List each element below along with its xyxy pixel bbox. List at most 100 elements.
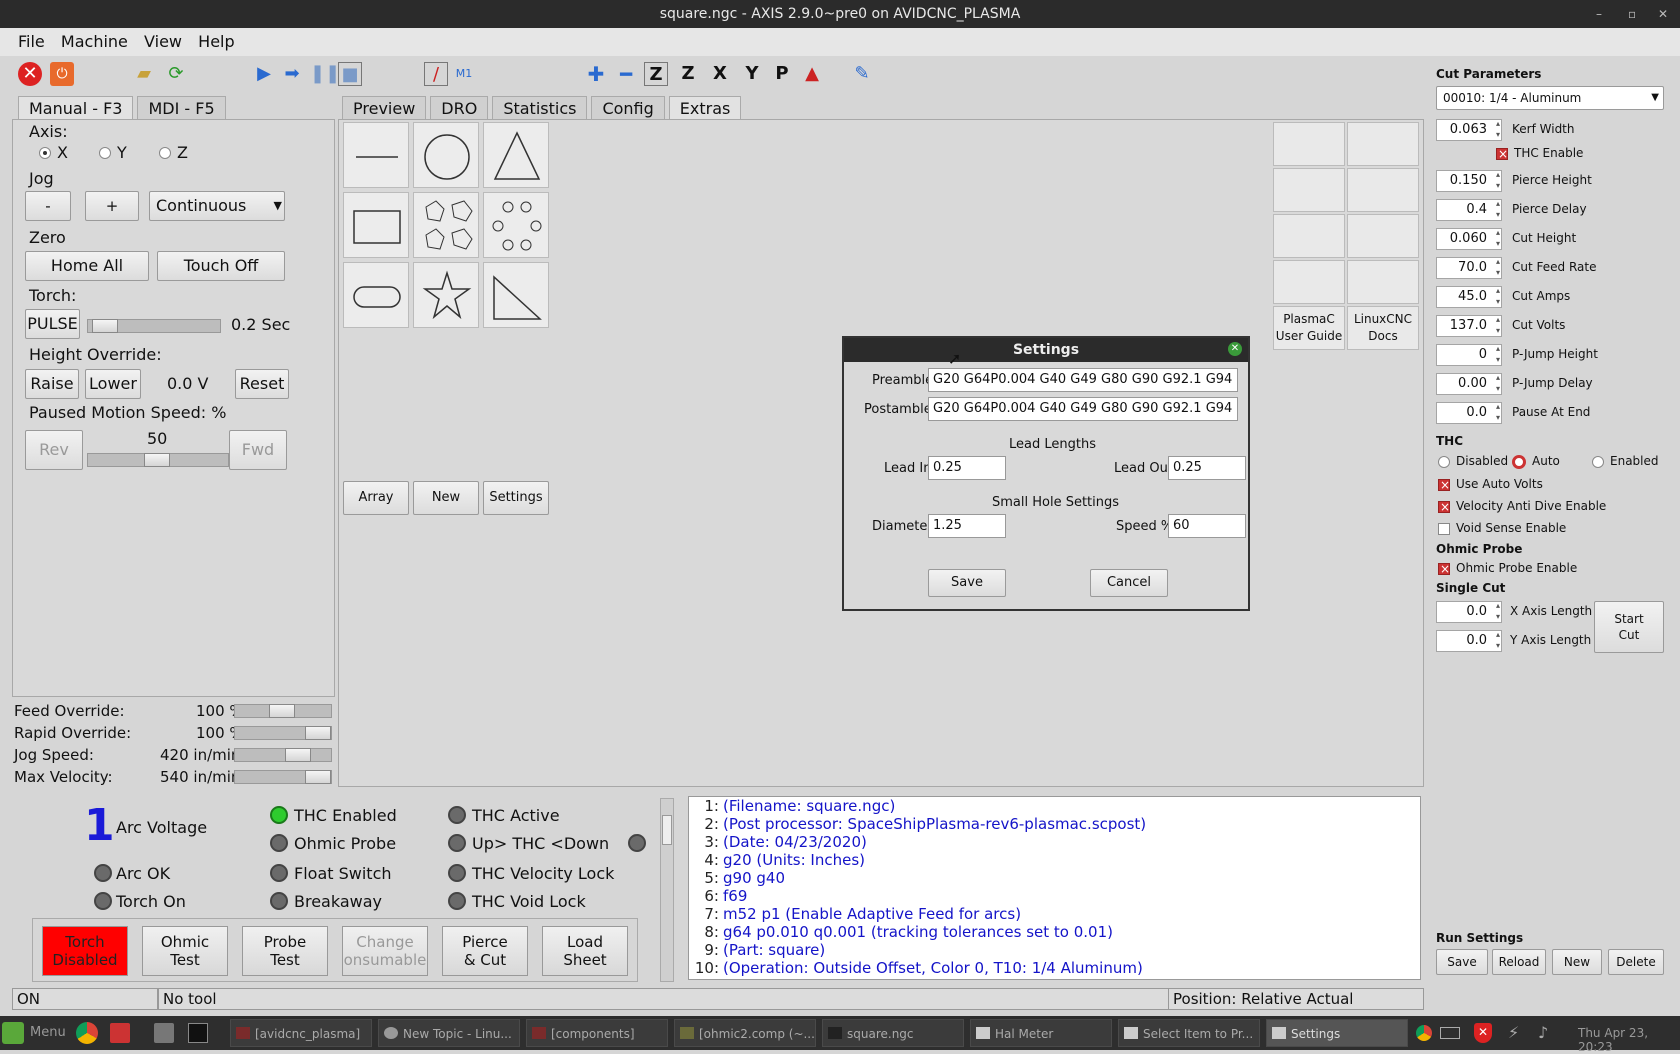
lead-out-input[interactable]: 0.25 [1168,456,1246,480]
cut-amps-input[interactable]: 45.0 [1436,285,1502,308]
slot-shape-button[interactable] [343,262,409,328]
line-shape-button[interactable] [343,122,409,188]
max-velocity-slider[interactable] [234,770,332,784]
cut-feed-rate-input[interactable]: 70.0 [1436,256,1502,279]
menu-machine[interactable]: Machine [55,28,134,56]
extras-button-7[interactable] [1273,260,1345,304]
menu-help[interactable]: Help [192,28,240,56]
open-file-icon[interactable]: ▰ [132,62,156,86]
pause-icon[interactable]: ❚❚ [310,62,340,86]
run-settings-save-button[interactable]: Save [1436,949,1488,975]
chrome-icon[interactable] [76,1022,98,1044]
jog-plus-button[interactable]: + [85,191,139,221]
paused-speed-slider[interactable] [87,453,229,467]
fwd-button[interactable]: Fwd [229,430,287,470]
ohmic-test-button[interactable]: Ohmic Test [142,926,228,976]
use-auto-volts-checkbox[interactable] [1438,479,1450,491]
pierce-height-input[interactable]: 0.150 [1436,169,1502,192]
reset-button[interactable]: Reset [235,369,289,399]
star-shape-button[interactable] [413,262,479,328]
x-axis-length-input[interactable]: 0.0 [1436,600,1502,623]
optional-stop-icon[interactable]: M1 [452,62,476,86]
pierce-cut-button[interactable]: Pierce & Cut [442,926,528,976]
zoom-out-icon[interactable]: ━ [614,62,638,86]
tab-manual[interactable]: Manual - F3 [18,96,134,120]
circle-shape-button[interactable] [413,122,479,188]
extras-button-1[interactable] [1273,122,1345,166]
tab-dro[interactable]: DRO [430,96,489,120]
taskbar-item[interactable]: square.ngc [822,1019,964,1047]
taskbar-item[interactable]: [ohmic2.comp (~... [674,1019,816,1047]
run-icon[interactable]: ▶ [252,62,276,86]
linuxcnc-docs-button[interactable]: LinuxCNC Docs [1347,306,1419,350]
shield-icon[interactable]: ✕ [1474,1023,1492,1043]
new-shape-button[interactable]: New [413,481,479,515]
feed-override-slider[interactable] [234,704,332,718]
thc-auto-radio[interactable] [1512,455,1526,469]
view-y-icon[interactable]: Y [740,62,764,86]
tab-statistics[interactable]: Statistics [492,96,588,120]
jog-mode-select[interactable]: Continuous ▼ [149,191,285,221]
torch-disabled-button[interactable]: Torch Disabled [42,926,128,976]
tab-extras[interactable]: Extras [668,96,742,120]
chrome-tray-icon[interactable] [1416,1025,1432,1041]
sector-shape-button[interactable] [483,262,549,328]
extras-button-5[interactable] [1273,214,1345,258]
rotate-view-icon[interactable]: ▲ [800,62,824,86]
step-icon[interactable]: ➡ [280,62,304,86]
extras-button-8[interactable] [1347,260,1419,304]
raise-button[interactable]: Raise [25,369,79,399]
pjump-delay-input[interactable]: 0.00 [1436,372,1502,395]
app-launcher-icon[interactable] [110,1023,130,1043]
dialog-close-icon[interactable]: ✕ [1228,342,1242,356]
rapid-override-slider[interactable] [234,726,332,740]
estop-icon[interactable]: ✕ [18,62,42,86]
preamble-input[interactable]: G20 G64P0.004 G40 G49 G80 G90 G92.1 G94 … [928,368,1238,392]
run-settings-delete-button[interactable]: Delete [1608,949,1664,975]
dialog-cancel-button[interactable]: Cancel [1090,569,1168,597]
view-x-icon[interactable]: X [708,62,732,86]
postamble-input[interactable]: G20 G64P0.004 G40 G49 G80 G90 G92.1 G94 … [928,397,1238,421]
pulse-slider[interactable] [87,319,221,333]
thc-disabled-radio[interactable] [1438,456,1450,468]
gcode-scrollbar[interactable] [660,798,674,982]
taskbar-item[interactable]: Hal Meter [970,1019,1112,1047]
start-cut-button[interactable]: Start Cut [1594,601,1664,653]
lower-button[interactable]: Lower [85,369,141,399]
reload-icon[interactable]: ⟳ [164,62,188,86]
maximize-icon[interactable]: ▫ [1628,0,1636,28]
file-manager-icon[interactable] [154,1023,174,1043]
extras-button-4[interactable] [1347,168,1419,212]
pierce-delay-input[interactable]: 0.4 [1436,198,1502,221]
zoom-in-icon[interactable]: ✚ [584,62,608,86]
view-z2-icon[interactable]: Z [676,62,700,86]
taskbar-item[interactable]: Select Item to Pr... [1118,1019,1260,1047]
pause-at-end-input[interactable]: 0.0 [1436,401,1502,424]
material-select[interactable]: 00010: 1/4 - Aluminum ▼ [1436,86,1664,110]
taskbar-item-active[interactable]: Settings [1266,1019,1408,1047]
polygon-shape-button[interactable] [413,192,479,258]
lead-in-input[interactable]: 0.25 [928,456,1006,480]
speed-percent-input[interactable]: 60 [1168,514,1246,538]
block-delete-icon[interactable]: / [424,62,448,86]
tab-config[interactable]: Config [591,96,665,120]
view-p-icon[interactable]: P [770,62,794,86]
diameter-input[interactable]: 1.25 [928,514,1006,538]
stop-icon[interactable]: ■ [338,62,362,86]
array-button[interactable]: Array [343,481,409,515]
display-tray-icon[interactable] [1440,1027,1460,1039]
thc-enable-checkbox[interactable] [1496,148,1508,160]
pjump-height-input[interactable]: 0 [1436,343,1502,366]
probe-test-button[interactable]: Probe Test [242,926,328,976]
settings-button[interactable]: Settings [483,481,549,515]
axis-y-radio[interactable] [99,147,111,159]
minimize-icon[interactable]: – [1596,0,1602,28]
rectangle-shape-button[interactable] [343,192,409,258]
void-sense-checkbox[interactable] [1438,523,1450,535]
terminal-icon[interactable] [188,1023,208,1043]
plasmac-user-guide-button[interactable]: PlasmaC User Guide [1273,306,1345,350]
power-icon[interactable]: ⏻ [50,62,74,86]
tab-preview[interactable]: Preview [342,96,427,120]
view-z-icon[interactable]: Z [644,62,668,86]
extras-button-2[interactable] [1347,122,1419,166]
